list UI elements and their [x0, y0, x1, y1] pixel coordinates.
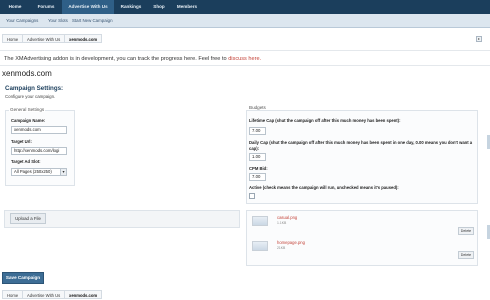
target-ad-slot-value: All Pages (250x250) — [14, 169, 52, 174]
breadcrumb-advertise[interactable]: Advertise With Us — [22, 290, 66, 299]
breadcrumb: Home Advertise With Us xenmods.com ▸ — [0, 34, 490, 45]
subnav-your-slots[interactable]: Your Slots — [48, 14, 68, 28]
save-campaign-button[interactable]: Save Campaign — [2, 272, 44, 284]
top-navigation: Home Forums Advertise With Us Rankings S… — [0, 0, 490, 14]
target-url-input[interactable]: http://xenmods.com/logi — [11, 147, 67, 155]
panel-title: Campaign Settings: — [5, 85, 64, 92]
target-ad-slot-label: Target Ad Slot: — [11, 159, 41, 164]
cpm-bid-label: CPM Bid: — [249, 166, 268, 171]
file-name-link[interactable]: homepage.png — [277, 240, 305, 245]
breadcrumb-footer: Home Advertise With Us xenmods.com — [0, 290, 490, 300]
active-checkbox[interactable] — [249, 193, 255, 199]
file-thumbnail — [252, 241, 268, 251]
daily-cap-input[interactable]: 1.00 — [249, 153, 266, 161]
delete-file-button[interactable]: Delete — [458, 251, 474, 259]
breadcrumb-current[interactable]: xenmods.com — [64, 34, 103, 43]
cpm-bid-input[interactable]: 7.00 — [249, 173, 266, 181]
budgets-legend: Budgets — [248, 105, 267, 110]
breadcrumb-current[interactable]: xenmods.com — [64, 290, 103, 299]
file-size: 21KB — [277, 246, 286, 250]
discuss-link[interactable]: discuss here. — [228, 56, 261, 62]
panel-subtitle: Configure your campaign. — [5, 94, 56, 99]
chevron-down-icon[interactable]: ▼ — [60, 169, 66, 175]
nav-tab-advertise[interactable]: Advertise With Us — [62, 0, 114, 14]
delete-file-button[interactable]: Delete — [458, 227, 474, 235]
nav-tab-rankings[interactable]: Rankings — [114, 0, 148, 14]
notice-text: The XMAdvertising addon is in developmen… — [4, 56, 229, 62]
development-notice: The XMAdvertising addon is in developmen… — [0, 50, 490, 66]
subnav-start-new-campaign[interactable]: Start New Campaign — [72, 14, 113, 28]
general-settings-legend: General Settings — [9, 107, 46, 112]
breadcrumb-home[interactable]: Home — [2, 290, 24, 299]
nav-tab-shop[interactable]: Shop — [148, 0, 170, 14]
collapse-icon[interactable]: ▸ — [476, 36, 482, 42]
nav-tab-home[interactable]: Home — [0, 0, 30, 14]
lifetime-cap-label: Lifetime Cap (shut the campaign off afte… — [249, 118, 401, 123]
site-title: xenmods.com — [2, 69, 52, 78]
file-name-link[interactable]: casual.png — [277, 215, 297, 220]
nav-tab-members[interactable]: Members — [170, 0, 204, 14]
target-ad-slot-select[interactable]: All Pages (250x250) ▼ — [11, 168, 67, 176]
file-thumbnail — [252, 216, 268, 226]
breadcrumb-home[interactable]: Home — [2, 34, 24, 43]
upload-file-button[interactable]: Upload a File — [10, 213, 46, 224]
campaign-name-label: Campaign Name: — [11, 118, 46, 123]
lifetime-cap-input[interactable]: 7.00 — [249, 127, 266, 135]
target-url-label: Target Url: — [11, 139, 32, 144]
active-label: Active (check means the campaign will ru… — [249, 185, 399, 190]
subnav-your-campaigns[interactable]: Your Campaigns — [6, 14, 38, 28]
sub-navigation: Your Campaigns Your Slots Start New Camp… — [0, 14, 490, 28]
campaign-name-input[interactable]: xenmods.com — [11, 126, 67, 134]
nav-tab-forums[interactable]: Forums — [30, 0, 62, 14]
breadcrumb-advertise[interactable]: Advertise With Us — [22, 34, 66, 43]
file-size: 1.1KB — [277, 221, 287, 225]
daily-cap-label: Daily Cap (shut the campaign off after t… — [249, 140, 473, 151]
